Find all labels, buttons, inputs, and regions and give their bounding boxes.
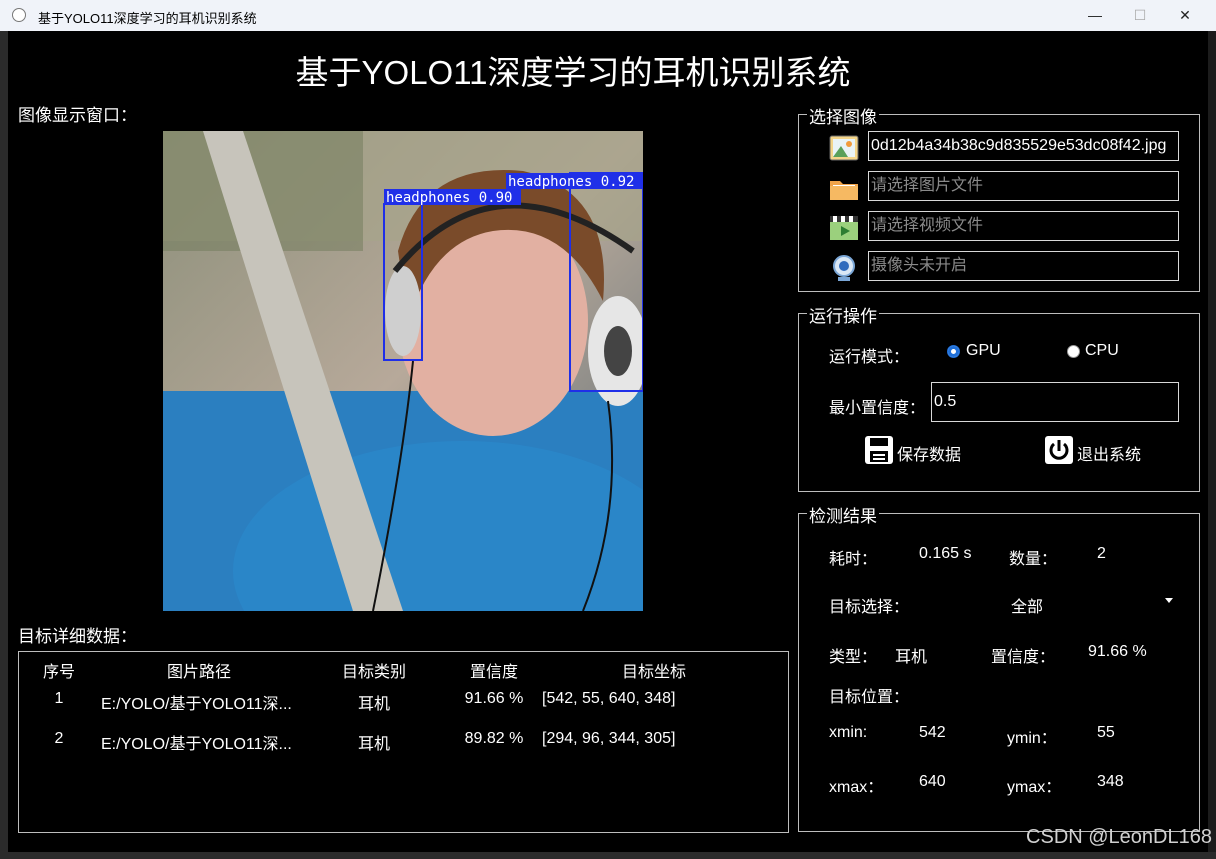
cell-image-path: E:/YOLO/基于YOLO11深...	[101, 736, 292, 753]
save-data-label: 保存数据	[897, 447, 962, 464]
cell-coords: [294, 96, 344, 305]	[542, 730, 676, 747]
count-value: 2	[1097, 545, 1106, 562]
target-select-dropdown[interactable]: 全部	[919, 584, 1179, 618]
result-group: 检测结果 耗时： 0.165 s 数量： 2 目标选择： 全部 类型： 耳机 置…	[798, 502, 1200, 832]
ymin-value: 55	[1097, 724, 1115, 741]
ymax-value: 348	[1097, 773, 1124, 790]
xmin-value: 542	[919, 724, 946, 741]
image-display: headphones 0.92 headphones 0.90	[163, 131, 643, 611]
min-confidence-input[interactable]: 0.5	[931, 382, 1179, 422]
chevron-down-icon	[1165, 598, 1173, 603]
detection-image: headphones 0.92 headphones 0.90	[163, 131, 643, 611]
image-folder-field[interactable]: 请选择图片文件	[868, 171, 1179, 201]
image-display-label: 图像显示窗口：	[18, 106, 137, 125]
bbox-label-1: headphones 0.92	[508, 174, 634, 190]
background-window-edge	[0, 31, 8, 859]
type-label: 类型：	[829, 649, 878, 666]
target-position-label: 目标位置：	[829, 689, 910, 706]
target-select-label: 目标选择：	[829, 599, 910, 616]
ymin-label: ymin：	[1007, 730, 1057, 747]
cell-confidence: 89.82 %	[464, 730, 524, 747]
xmin-label: xmin:	[829, 724, 868, 741]
cell-class: 耳机	[357, 696, 390, 713]
confidence-label: 置信度：	[991, 649, 1056, 666]
maximize-button[interactable]: ☐	[1117, 0, 1163, 31]
camera-field[interactable]: 摄像头未开启	[868, 251, 1179, 281]
table-row[interactable]: 1 E:/YOLO/基于YOLO11深... 耳机 91.66 % [542, …	[19, 682, 786, 716]
count-label: 数量：	[1009, 551, 1058, 568]
app-title: 基于YOLO11深度学习的耳机识别系统	[295, 54, 851, 91]
cell-coords: [542, 55, 640, 348]	[542, 690, 676, 707]
video-file-field[interactable]: 请选择视频文件	[868, 211, 1179, 241]
target-details-table[interactable]: 序号 图片路径 目标类别 置信度 目标坐标 1 E:/YOLO/基于YOLO11…	[18, 651, 789, 833]
column-header-image-path: 图片路径	[166, 664, 231, 681]
type-value: 耳机	[895, 649, 928, 666]
ymax-label: ymax：	[1007, 779, 1062, 796]
gpu-radio[interactable]	[947, 345, 960, 358]
cell-class: 耳机	[357, 736, 390, 753]
time-label: 耗时：	[829, 551, 878, 568]
column-header-coords: 目标坐标	[621, 664, 686, 681]
min-confidence-label: 最小置信度：	[829, 400, 926, 417]
minimize-button[interactable]: —	[1072, 0, 1118, 31]
select-image-title: 选择图像	[807, 103, 879, 128]
target-select-value: 全部	[1011, 599, 1044, 616]
cell-image-path: E:/YOLO/基于YOLO11深...	[101, 696, 292, 713]
result-title: 检测结果	[807, 502, 879, 527]
power-icon	[1045, 436, 1073, 464]
window-titlebar: 基于YOLO11深度学习的耳机识别系统 — ☐ ✕	[0, 0, 1216, 31]
column-header-index: 序号	[42, 664, 75, 681]
time-value: 0.165 s	[919, 545, 972, 562]
save-data-button[interactable]: 保存数据	[864, 435, 974, 467]
taskbar-edge	[0, 852, 1216, 859]
webcam-icon[interactable]	[829, 253, 859, 283]
xmax-label: xmax：	[829, 779, 884, 796]
watermark: CSDN @LeonDL168	[1026, 826, 1212, 848]
target-details-label: 目标详细数据：	[18, 627, 137, 646]
select-image-group: 选择图像 0d12b4a34b38c9d835529e53dc08f42.jpg…	[798, 103, 1200, 292]
image-file-field[interactable]: 0d12b4a34b38c9d835529e53dc08f42.jpg	[868, 131, 1179, 161]
app-icon	[12, 8, 26, 22]
window-title: 基于YOLO11深度学习的耳机识别系统	[38, 11, 257, 26]
column-header-confidence: 置信度	[469, 664, 518, 681]
folder-icon[interactable]	[829, 173, 859, 203]
gpu-label[interactable]: GPU	[966, 342, 1001, 360]
cell-confidence: 91.66 %	[464, 690, 524, 707]
video-icon[interactable]	[829, 213, 859, 243]
run-mode-label: 运行模式：	[829, 349, 910, 366]
bbox-label-2: headphones 0.90	[386, 190, 512, 206]
cpu-radio[interactable]	[1067, 345, 1080, 358]
table-row[interactable]: 2 E:/YOLO/基于YOLO11深... 耳机 89.82 % [294, …	[19, 722, 786, 756]
cell-index: 1	[54, 690, 64, 707]
column-header-class: 目标类别	[341, 664, 406, 681]
image-icon[interactable]	[829, 133, 859, 163]
confidence-value: 91.66 %	[1088, 643, 1147, 660]
app-window: 基于YOLO11深度学习的耳机识别系统 图像显示窗口： headphones 0…	[8, 31, 1208, 852]
cell-index: 2	[54, 730, 64, 747]
cpu-label[interactable]: CPU	[1085, 342, 1119, 360]
run-group: 运行操作 运行模式： GPU CPU 最小置信度： 0.5 保存数据 退出系统	[798, 302, 1200, 492]
close-button[interactable]: ✕	[1162, 0, 1208, 31]
save-icon	[865, 436, 893, 464]
run-title: 运行操作	[807, 302, 879, 327]
exit-system-button[interactable]: 退出系统	[1044, 435, 1154, 467]
exit-system-label: 退出系统	[1077, 447, 1142, 464]
xmax-value: 640	[919, 773, 946, 790]
